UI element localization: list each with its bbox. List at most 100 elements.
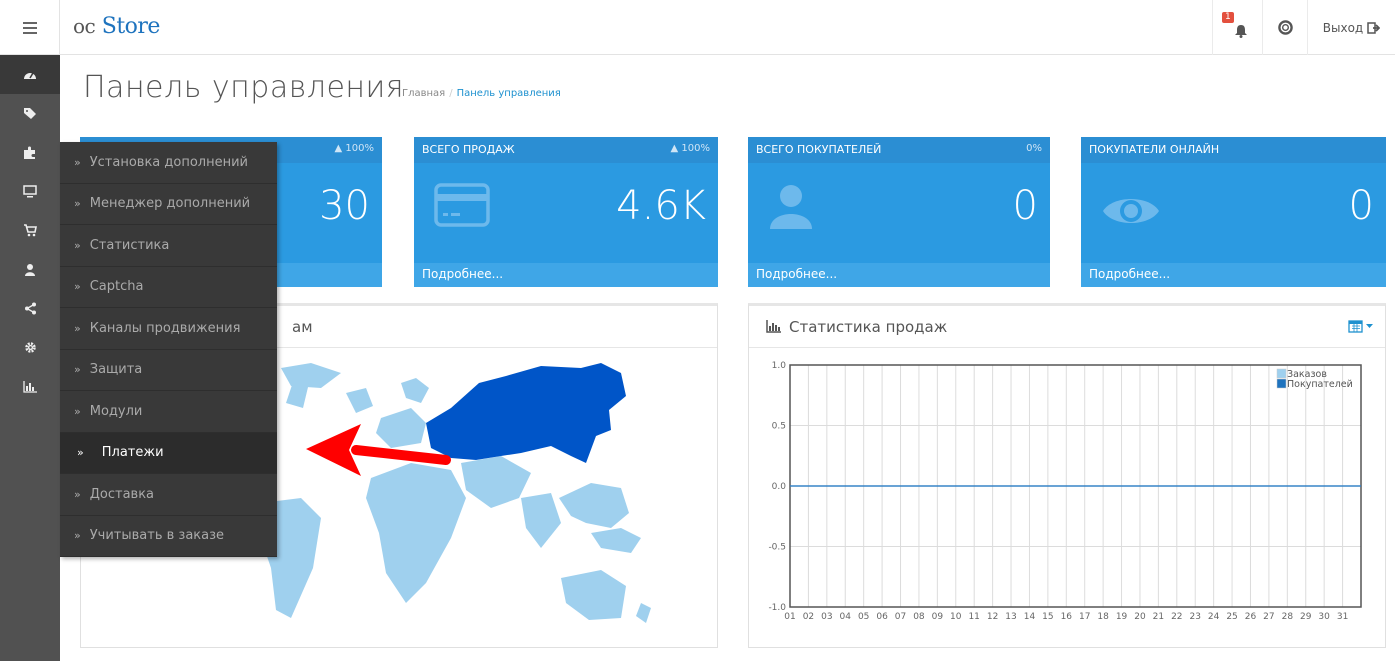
- caret-down-icon: [1366, 323, 1373, 328]
- sidebar-item-catalog[interactable]: [0, 94, 60, 133]
- dropdown-item[interactable]: » Установка дополнений: [60, 142, 277, 184]
- double-chevron-icon: »: [74, 529, 81, 543]
- dropdown-item[interactable]: » Платежи: [60, 432, 277, 474]
- tile-title: ВСЕГО ПРОДАЖ: [422, 143, 515, 156]
- logo-main: Store: [101, 14, 161, 39]
- tile-more-link[interactable]: Подробнее...: [1081, 263, 1386, 287]
- sales-chart: 1.00.50.0-0.5-1.001 02 03 04 05 06 07 08 09 10 11 1…: [768, 361, 1362, 622]
- page-title: Панель управления: [83, 70, 405, 105]
- sign-out-icon: [1367, 21, 1381, 34]
- x-tick-label: 03: [821, 612, 832, 622]
- dropdown-item[interactable]: » Captcha: [60, 267, 277, 308]
- sidebar-item-sales[interactable]: [0, 211, 60, 250]
- tile-value: 0: [1012, 183, 1038, 229]
- tile-total-customers: ВСЕГО ПОКУПАТЕЛЕЙ 0% 0 Подробнее...: [748, 137, 1050, 287]
- double-chevron-icon: »: [74, 280, 81, 294]
- dropdown-item-label: Платежи: [101, 445, 164, 461]
- header: oc Store 1 Выход: [0, 0, 1395, 55]
- extensions-dropdown-menu: » Установка дополнений » Менеджер дополнени…: [60, 142, 277, 557]
- calendar-icon: [1348, 320, 1363, 333]
- x-tick-label: 15: [1042, 612, 1053, 622]
- double-chevron-icon: »: [74, 197, 81, 211]
- dropdown-item[interactable]: » Модули: [60, 391, 277, 433]
- dropdown-item[interactable]: » Защита: [60, 350, 277, 391]
- logout-button[interactable]: Выход: [1307, 0, 1395, 55]
- sidebar-item-customers[interactable]: [0, 250, 60, 289]
- x-tick-label: 26: [1245, 612, 1257, 622]
- desktop-icon: [23, 185, 37, 198]
- user-icon: [25, 264, 35, 276]
- help-button[interactable]: [1262, 0, 1307, 55]
- menu-toggle-button[interactable]: [0, 0, 60, 55]
- x-tick-label: 07: [895, 612, 906, 622]
- x-tick-label: 29: [1300, 612, 1312, 622]
- tile-value: 0: [1348, 183, 1374, 229]
- x-tick-label: 27: [1263, 612, 1274, 622]
- x-tick-label: 10: [950, 612, 962, 622]
- panel-title: ам: [292, 317, 313, 336]
- breadcrumb: Главная / Панель управления: [402, 88, 561, 99]
- x-tick-label: 05: [858, 612, 869, 622]
- logout-label: Выход: [1322, 20, 1364, 35]
- dropdown-item-label: Captcha: [89, 279, 144, 295]
- tile-percent: 0%: [1026, 143, 1042, 154]
- double-chevron-icon: »: [74, 404, 81, 418]
- sidebar-item-dashboard[interactable]: [0, 55, 60, 94]
- sidebar: [0, 55, 60, 661]
- dropdown-item[interactable]: » Учитывать в заказе: [60, 516, 277, 557]
- map-highlight-russia[interactable]: [426, 363, 626, 463]
- tile-more-link[interactable]: Подробнее...: [414, 263, 718, 287]
- x-tick-label: 31: [1337, 612, 1348, 622]
- x-tick-label: 18: [1097, 612, 1109, 622]
- dropdown-item[interactable]: » Каналы продвижения: [60, 308, 277, 350]
- credit-card-icon: [434, 183, 490, 227]
- breadcrumb-home[interactable]: Главная: [402, 88, 445, 99]
- hamburger-icon: [22, 21, 37, 34]
- dropdown-item-label: Менеджер дополнений: [89, 196, 251, 212]
- sales-chart-panel: Статистика продаж 1.0 0.5 0.0 -0.5 -1.0 01 02 0…: [748, 303, 1386, 648]
- dropdown-item[interactable]: » Менеджер дополнений: [60, 184, 277, 225]
- bell-icon: [1234, 24, 1247, 38]
- x-tick-label: 20: [1134, 612, 1146, 622]
- date-range-dropdown[interactable]: [1348, 319, 1373, 333]
- sidebar-item-design[interactable]: [0, 172, 60, 211]
- dropdown-item[interactable]: » Статистика: [60, 225, 277, 267]
- cog-icon: [24, 342, 36, 353]
- sidebar-item-extensions[interactable]: [0, 133, 60, 172]
- notifications-button[interactable]: 1: [1212, 0, 1262, 55]
- x-tick-label: 23: [1189, 612, 1200, 622]
- double-chevron-icon: »: [74, 487, 81, 501]
- eye-icon: [1103, 199, 1159, 223]
- puzzle-icon: [24, 146, 35, 159]
- tile-percent: 100%: [345, 143, 374, 154]
- tile-percent: 100%: [681, 143, 710, 154]
- x-tick-label: 24: [1208, 612, 1220, 622]
- logo-prefix: oc: [73, 14, 96, 38]
- red-arrow: [351, 445, 451, 465]
- x-tick-label: 02: [803, 612, 814, 622]
- tile-customers-online: ПОКУПАТЕЛИ ОНЛАЙН 0 Подробнее...: [1081, 137, 1386, 287]
- sidebar-item-system[interactable]: [0, 328, 60, 367]
- x-tick-label: 06: [876, 612, 888, 622]
- x-tick-label: 30: [1318, 612, 1330, 622]
- life-ring-icon: [1277, 20, 1293, 35]
- tile-more-link[interactable]: Подробнее...: [748, 263, 1050, 287]
- double-chevron-icon: »: [74, 321, 81, 335]
- y-tick-label: -0.5: [768, 543, 786, 553]
- logo[interactable]: oc Store: [73, 14, 160, 39]
- breadcrumb-current[interactable]: Панель управления: [457, 88, 561, 99]
- x-tick-label: 19: [1116, 612, 1128, 622]
- dropdown-item-label: Модули: [89, 403, 143, 419]
- tags-icon: [24, 108, 36, 119]
- sidebar-item-marketing[interactable]: [0, 289, 60, 328]
- user-icon: [770, 185, 812, 229]
- x-tick-label: 01: [784, 612, 795, 622]
- dropdown-item-label: Защита: [89, 362, 143, 378]
- sidebar-item-reports[interactable]: [0, 367, 60, 406]
- x-tick-label: 25: [1226, 612, 1237, 622]
- double-chevron-icon: »: [77, 446, 84, 460]
- double-chevron-icon: »: [74, 238, 81, 252]
- y-tick-label: 0.5: [772, 422, 786, 432]
- dropdown-item[interactable]: » Доставка: [60, 474, 277, 516]
- x-tick-label: 11: [968, 612, 979, 622]
